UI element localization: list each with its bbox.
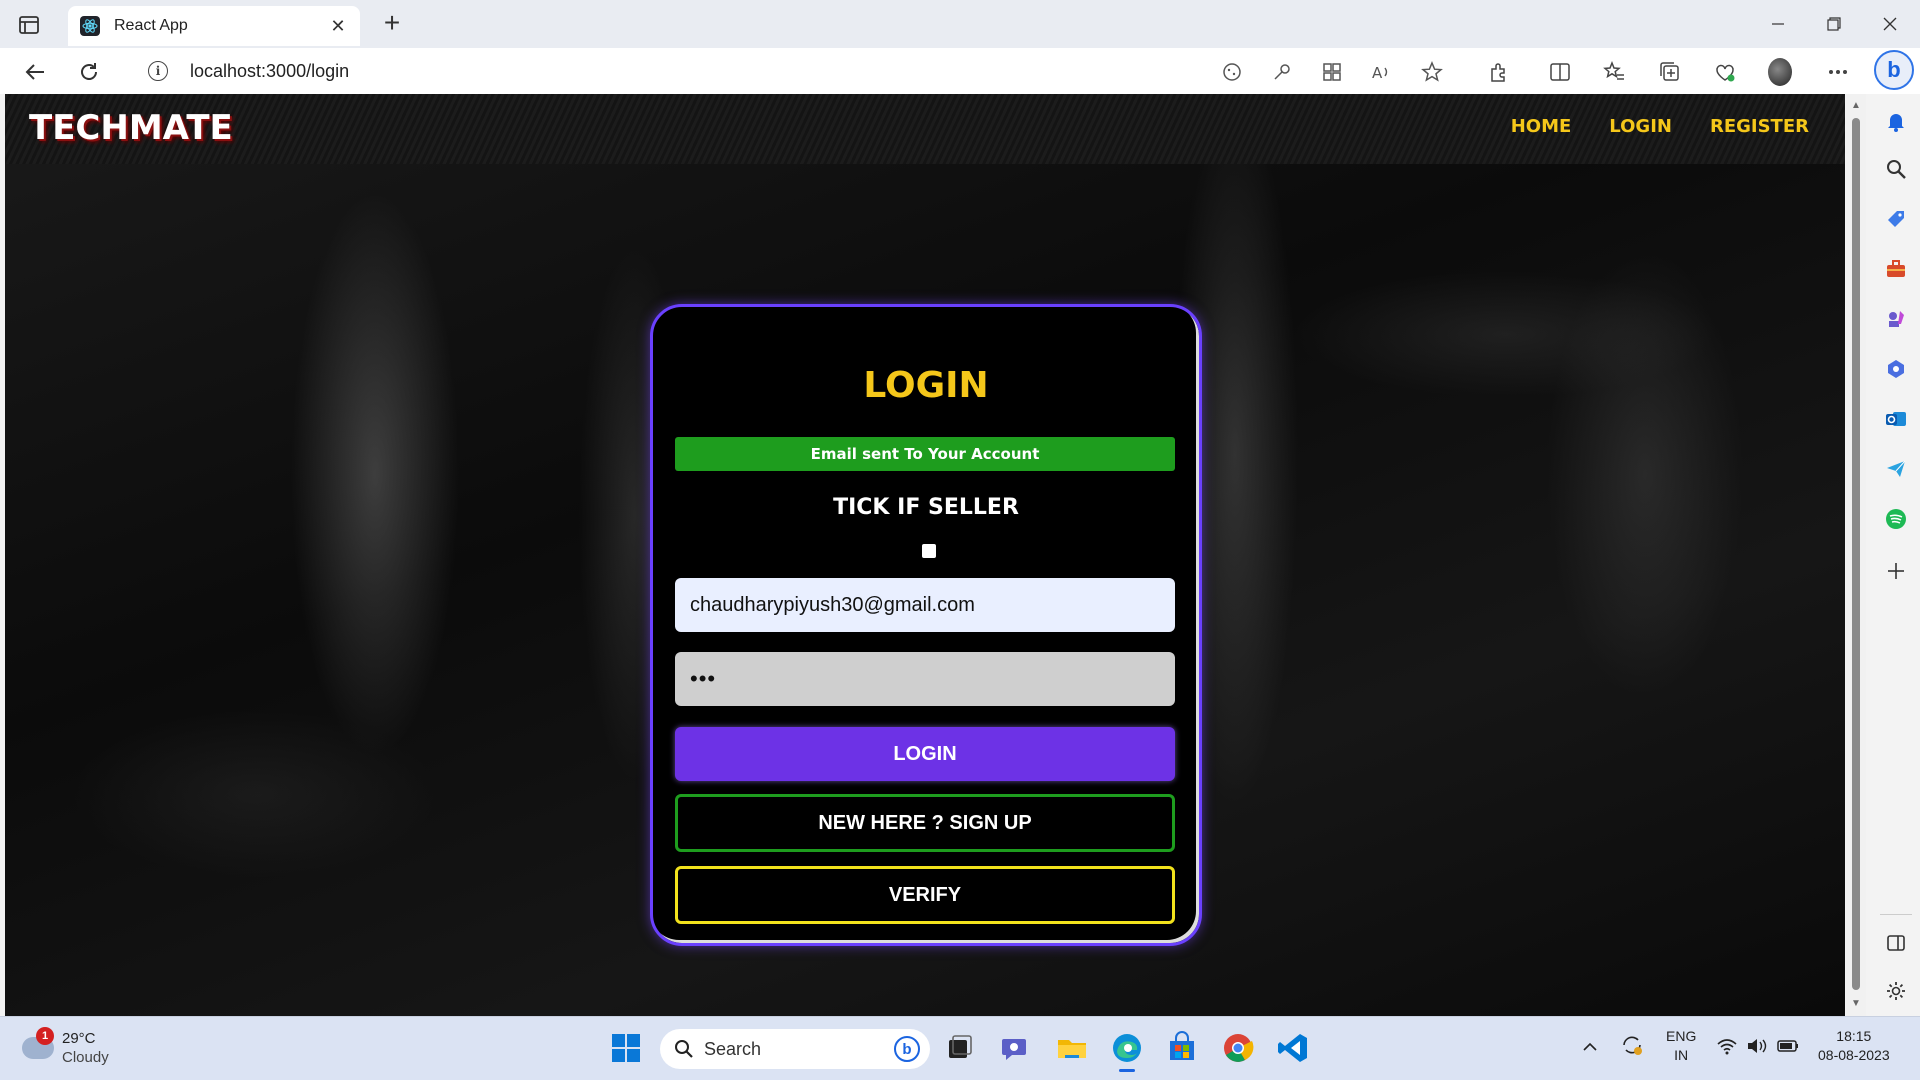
extensions-icon[interactable] (1486, 60, 1510, 84)
login-title: LOGIN (863, 365, 989, 406)
page-viewport: TECHMATE HOME LOGIN REGISTER LOGIN Email… (5, 94, 1845, 1016)
teams-chat-icon[interactable] (999, 1031, 1033, 1065)
sync-icon[interactable] (1620, 1033, 1644, 1062)
weather-notification-badge: 1 (36, 1027, 54, 1045)
nav-links: HOME LOGIN REGISTER (1511, 116, 1809, 137)
shopping-tag-icon[interactable] (1885, 208, 1907, 230)
taskbar-search-placeholder: Search (704, 1038, 762, 1059)
sidebar-search-icon[interactable] (1885, 158, 1907, 180)
reload-icon[interactable] (74, 57, 104, 87)
read-aloud-icon[interactable]: A (1370, 60, 1394, 84)
password-key-icon[interactable] (1270, 60, 1294, 84)
notifications-bell-icon[interactable] (1885, 110, 1907, 132)
brand-logo[interactable]: TECHMATE (29, 108, 233, 148)
nav-register-link[interactable]: REGISTER (1710, 116, 1809, 137)
weather-widget[interactable]: 1 29°C Cloudy (22, 1027, 109, 1067)
nav-login-link[interactable]: LOGIN (1609, 116, 1672, 137)
battery-icon[interactable] (1776, 1037, 1800, 1060)
login-card: LOGIN Email sent To Your Account TICK IF… (650, 304, 1202, 946)
tab-title: React App (114, 17, 188, 34)
region-code: IN (1674, 1047, 1689, 1063)
language-code: ENG (1666, 1028, 1697, 1044)
hide-sidebar-icon[interactable] (1885, 932, 1907, 954)
volume-icon[interactable] (1746, 1037, 1768, 1060)
bing-copilot-icon[interactable]: b (1874, 50, 1914, 90)
wifi-icon[interactable] (1716, 1037, 1738, 1060)
tab-close-icon[interactable]: ✕ (328, 16, 348, 37)
favorites-icon[interactable] (1602, 60, 1626, 84)
edge-browser-icon[interactable] (1110, 1031, 1144, 1072)
apps-icon[interactable] (1320, 60, 1344, 84)
success-alert: Email sent To Your Account (675, 437, 1175, 471)
tracking-prevention-icon[interactable] (1220, 60, 1244, 84)
temperature: 29°C (62, 1030, 96, 1047)
seller-label: TICK IF SELLER (833, 495, 1019, 520)
spotify-icon[interactable] (1885, 508, 1907, 530)
url-text: localhost:3000/login (190, 60, 350, 81)
windows-start-icon[interactable] (609, 1031, 643, 1065)
browser-essentials-icon[interactable] (1713, 60, 1737, 84)
email-input[interactable]: chaudharypiyush30@gmail.com (675, 578, 1175, 632)
cloudy-weather-icon: 1 (22, 1027, 54, 1059)
weather-condition: Cloudy (62, 1049, 109, 1066)
new-tab-icon[interactable]: + (378, 9, 406, 38)
microsoft-store-icon[interactable] (1165, 1031, 1199, 1065)
restore-icon[interactable] (1814, 10, 1854, 38)
taskbar-search-icon (675, 1040, 693, 1058)
weather-text: 29°C Cloudy (62, 1029, 109, 1067)
outlook-icon[interactable] (1885, 408, 1907, 430)
react-favicon-icon (80, 16, 100, 36)
scroll-down-icon[interactable]: ▼ (1850, 998, 1862, 1010)
clock[interactable]: 18:15 08-08-2023 (1818, 1027, 1890, 1065)
browser-toolbar: i localhost:3000/login A (0, 48, 1920, 94)
login-button[interactable]: LOGIN (675, 727, 1175, 781)
edge-sidebar (1870, 94, 1920, 1016)
verify-button[interactable]: VERIFY (675, 866, 1175, 924)
signup-button[interactable]: NEW HERE ? SIGN UP (675, 794, 1175, 852)
tab-actions-icon[interactable] (18, 14, 42, 38)
browser-tab[interactable]: React App ✕ (68, 6, 360, 46)
seller-checkbox[interactable] (922, 544, 936, 558)
site-info-icon[interactable]: i (148, 61, 168, 81)
chrome-icon[interactable] (1221, 1031, 1255, 1065)
favorite-star-icon[interactable] (1420, 60, 1444, 84)
microsoft365-icon[interactable] (1885, 358, 1907, 380)
minimize-icon[interactable] (1758, 10, 1798, 38)
tools-briefcase-icon[interactable] (1885, 258, 1907, 280)
close-window-icon[interactable] (1870, 10, 1910, 38)
sidebar-divider (1880, 914, 1912, 915)
telegram-send-icon[interactable] (1885, 458, 1907, 480)
svg-text:A: A (1372, 64, 1383, 82)
scroll-up-icon[interactable]: ▲ (1850, 100, 1862, 112)
back-icon[interactable] (20, 57, 50, 87)
language-indicator[interactable]: ENG IN (1666, 1027, 1696, 1065)
clock-time: 18:15 (1836, 1028, 1872, 1044)
page-scrollbar[interactable]: ▲ ▼ (1846, 94, 1866, 1016)
sidebar-settings-gear-icon[interactable] (1885, 980, 1907, 1002)
more-options-icon[interactable] (1826, 60, 1850, 84)
add-sidebar-app-icon[interactable] (1885, 560, 1907, 582)
collections-icon[interactable] (1658, 60, 1682, 84)
profile-avatar[interactable] (1768, 58, 1792, 86)
games-chess-icon[interactable] (1885, 308, 1907, 330)
vscode-icon[interactable] (1276, 1031, 1310, 1065)
scroll-thumb[interactable] (1852, 118, 1860, 990)
bing-search-icon: b (894, 1036, 920, 1062)
browser-titlebar: React App ✕ + (0, 0, 1920, 48)
split-screen-icon[interactable] (1548, 60, 1572, 84)
password-input[interactable]: ••• (675, 652, 1175, 706)
taskbar-search[interactable]: Search b (660, 1029, 930, 1069)
clock-date: 08-08-2023 (1818, 1047, 1890, 1063)
windows-taskbar: 1 29°C Cloudy Search b ENG IN 18:15 08-0… (0, 1016, 1920, 1080)
task-view-icon[interactable] (943, 1031, 977, 1065)
nav-home-link[interactable]: HOME (1511, 116, 1572, 137)
site-navbar: TECHMATE HOME LOGIN REGISTER (5, 94, 1845, 164)
address-bar[interactable]: i localhost:3000/login (126, 52, 1446, 90)
show-hidden-icons-icon[interactable] (1582, 1037, 1598, 1056)
file-explorer-icon[interactable] (1055, 1031, 1089, 1065)
